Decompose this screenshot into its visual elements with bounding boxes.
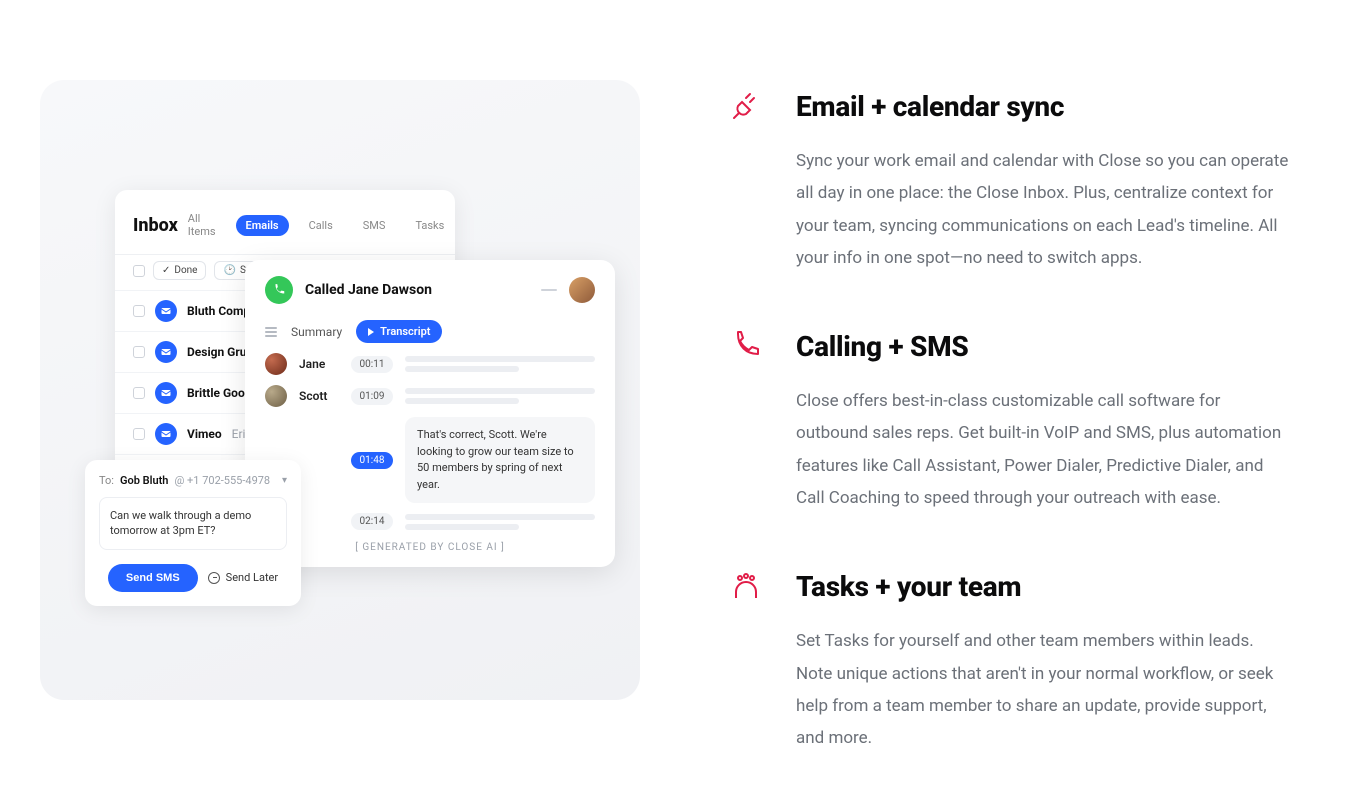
phone-icon: [730, 330, 766, 514]
time-chip[interactable]: 01:09: [351, 388, 393, 405]
tab-sms[interactable]: SMS: [353, 215, 396, 236]
transcript-bars: [405, 388, 595, 404]
minimize-icon[interactable]: [541, 289, 557, 291]
clock-icon: [208, 572, 220, 584]
feature-desc: Close offers best-in-class customizable …: [796, 385, 1293, 514]
mail-icon: [155, 341, 177, 363]
tab-calls[interactable]: Calls: [299, 215, 343, 236]
mail-icon: [155, 382, 177, 404]
tab-tasks[interactable]: Tasks: [405, 215, 454, 236]
inbox-tabs: All Items Emails Calls SMS Tasks: [178, 208, 455, 242]
row-company: Design Grub: [187, 345, 253, 359]
sms-recipient-name: Gob Bluth: [120, 474, 168, 487]
speaker-name: Jane: [299, 357, 339, 371]
features-column: Email + calendar sync Sync your work ema…: [640, 0, 1353, 807]
send-later-label: Send Later: [226, 571, 278, 584]
transcript-row: Scott 01:09: [265, 385, 595, 407]
mail-icon: [155, 300, 177, 322]
feature-title: Tasks + your team: [796, 570, 1293, 603]
transcript-tab[interactable]: Transcript: [356, 320, 442, 343]
transcript-row-active: 01:48 That's correct, Scott. We're looki…: [265, 417, 595, 503]
generated-note: [ GENERATED BY CLOSE AI ]: [265, 542, 595, 553]
transcript-bubble: That's correct, Scott. We're looking to …: [405, 417, 595, 503]
time-chip[interactable]: 02:14: [351, 513, 393, 530]
done-button[interactable]: ✓ Done: [153, 261, 206, 280]
sms-to-label: To:: [99, 474, 114, 487]
feature-title: Calling + SMS: [796, 330, 1293, 363]
sms-card: To: Gob Bluth @ +1 702-555-4978 ▾ Can we…: [85, 460, 301, 606]
plug-icon: [730, 90, 766, 274]
transcript-row: 02:14: [265, 513, 595, 530]
transcript-label: Transcript: [380, 325, 430, 338]
row-checkbox[interactable]: [133, 305, 145, 317]
call-title: Called Jane Dawson: [305, 282, 529, 298]
tab-all-items[interactable]: All Items: [178, 208, 226, 242]
time-chip[interactable]: 00:11: [351, 356, 393, 373]
select-all-checkbox[interactable]: [133, 265, 145, 277]
summary-tab[interactable]: Summary: [291, 325, 342, 339]
avatar: [569, 277, 595, 303]
sms-recipient-phone: @ +1 702-555-4978: [174, 474, 270, 487]
feature-tasks-team: Tasks + your team Set Tasks for yourself…: [730, 570, 1293, 754]
row-company: Vimeo: [187, 427, 222, 441]
feature-calling-sms: Calling + SMS Close offers best-in-class…: [730, 330, 1293, 514]
row-checkbox[interactable]: [133, 387, 145, 399]
transcript-bars: [405, 514, 595, 530]
feature-desc: Set Tasks for yourself and other team me…: [796, 625, 1293, 754]
list-icon: [265, 327, 277, 337]
done-label: Done: [174, 265, 197, 276]
chevron-down-icon[interactable]: ▾: [282, 475, 287, 486]
avatar-scott: [265, 385, 287, 407]
team-icon: [730, 570, 766, 754]
speaker-name: Scott: [299, 389, 339, 403]
row-checkbox[interactable]: [133, 346, 145, 358]
play-icon: [368, 328, 374, 336]
illustration-panel: Inbox All Items Emails Calls SMS Tasks ✓…: [0, 0, 640, 807]
row-checkbox[interactable]: [133, 428, 145, 440]
inbox-title: Inbox: [133, 215, 178, 236]
phone-icon: [265, 276, 293, 304]
transcript-bars: [405, 356, 595, 372]
feature-email-calendar: Email + calendar sync Sync your work ema…: [730, 90, 1293, 274]
sms-message-input[interactable]: Can we walk through a demo tomorrow at 3…: [99, 497, 287, 550]
time-chip-active[interactable]: 01:48: [351, 452, 393, 469]
mail-icon: [155, 423, 177, 445]
feature-title: Email + calendar sync: [796, 90, 1293, 123]
tab-emails[interactable]: Emails: [236, 215, 289, 236]
avatar-jane: [265, 353, 287, 375]
transcript-row: Jane 00:11: [265, 353, 595, 375]
send-later-button[interactable]: Send Later: [208, 571, 278, 584]
send-sms-button[interactable]: Send SMS: [108, 564, 198, 592]
feature-desc: Sync your work email and calendar with C…: [796, 145, 1293, 274]
